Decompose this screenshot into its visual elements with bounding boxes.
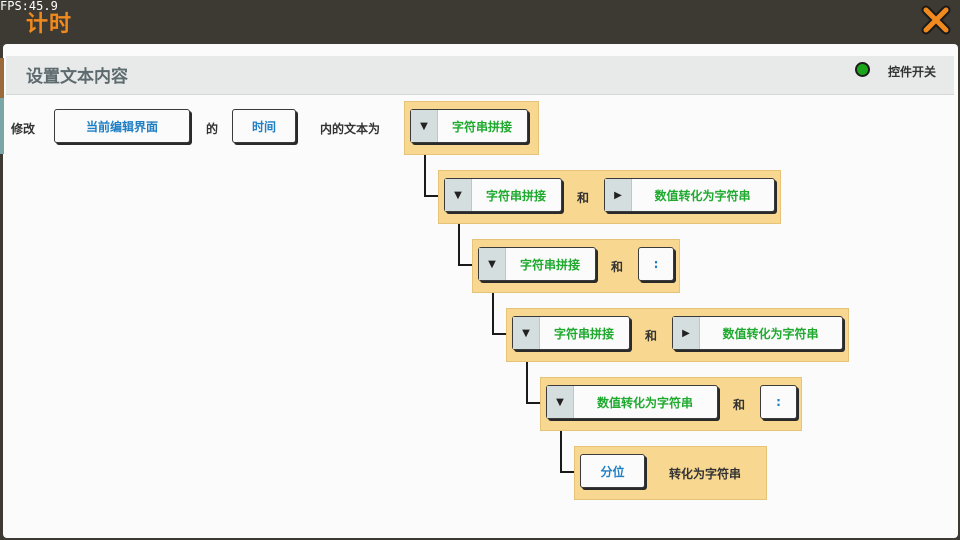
title-bar: FPS:45.9 计时 [0, 0, 960, 42]
to-string-label: 转化为字符串 [669, 467, 742, 481]
dialog-title: 设置文本内容 [26, 67, 128, 87]
ui-select-button[interactable]: 当前编辑界面 [54, 109, 190, 143]
chevron-down-icon: ▼ [513, 317, 540, 349]
dialog-header [6, 56, 954, 95]
background-strip [0, 58, 4, 98]
control-switch-toggle[interactable] [855, 62, 870, 77]
element-select-button[interactable]: 时间 [232, 109, 296, 143]
function-label: 字符串拼接 [451, 119, 512, 134]
chevron-down-icon: ▼ [411, 110, 438, 142]
function-label: 字符串拼接 [485, 188, 546, 203]
function-dropdown[interactable]: ▼ 数值转化为字符串 [546, 385, 718, 419]
function-dropdown[interactable]: ▼ 字符串拼接 [410, 109, 528, 143]
chevron-down-icon: ▼ [479, 248, 506, 280]
and-label: 和 [733, 398, 746, 412]
modify-label: 修改 [11, 122, 36, 136]
chevron-right-icon: ▶ [673, 317, 700, 349]
chevron-down-icon: ▼ [445, 179, 472, 211]
control-switch-label: 控件开关 [888, 65, 937, 79]
function-label: 数值转化为字符串 [654, 188, 751, 203]
window-title: 计时 [26, 12, 73, 37]
and-label: 和 [611, 260, 624, 274]
function-dropdown[interactable]: ▼ 字符串拼接 [478, 247, 596, 281]
function-label: 数值转化为字符串 [596, 395, 693, 410]
function-dropdown[interactable]: ▼ 字符串拼接 [512, 316, 630, 350]
text-is-label: 内的文本为 [320, 122, 381, 136]
function-dropdown[interactable]: ▶ 数值转化为字符串 [672, 316, 843, 350]
chevron-down-icon: ▼ [547, 386, 574, 418]
function-dropdown[interactable]: ▼ 字符串拼接 [444, 178, 562, 212]
close-icon[interactable] [920, 4, 952, 36]
and-label: 和 [645, 329, 658, 343]
background-strip [0, 98, 4, 154]
text-value-button[interactable]: : [638, 247, 674, 281]
text-value-button[interactable]: : [760, 385, 797, 419]
of-label: 的 [206, 122, 219, 136]
chevron-right-icon: ▶ [605, 179, 632, 211]
function-label: 字符串拼接 [553, 326, 614, 341]
function-label: 数值转化为字符串 [722, 326, 819, 341]
function-dropdown[interactable]: ▶ 数值转化为字符串 [604, 178, 775, 212]
function-label: 字符串拼接 [519, 257, 580, 272]
and-label: 和 [577, 191, 590, 205]
value-select-button[interactable]: 分位 [580, 454, 645, 488]
